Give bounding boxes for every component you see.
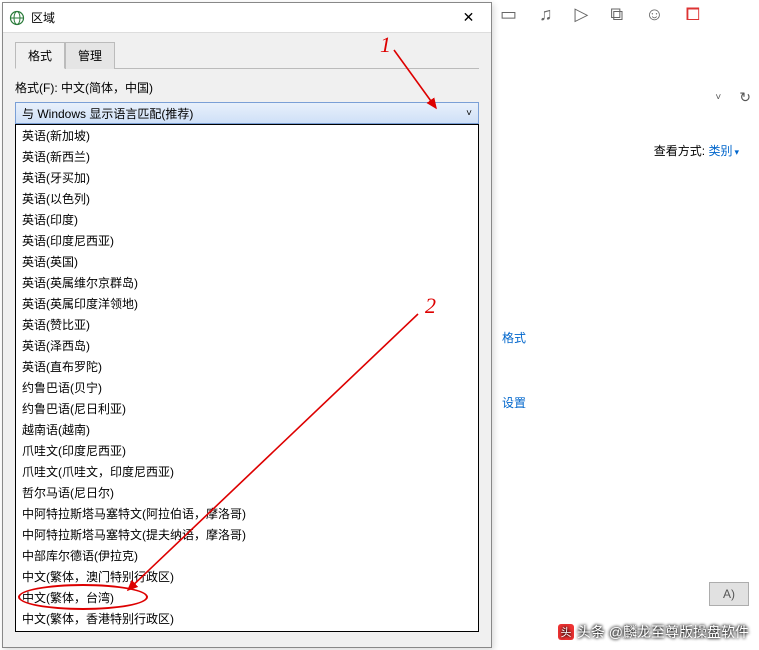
video-icon[interactable]: ▷ <box>575 4 589 25</box>
titlebar: 区域 ✕ <box>3 3 491 33</box>
link-format[interactable]: 格式 <box>492 329 759 346</box>
format-label: 格式(F): 中文(简体，中国) <box>15 79 479 96</box>
dropdown-item[interactable]: 中文(简体汉字，澳门特别行政区) <box>16 629 478 632</box>
emoji-icon[interactable]: ☺ <box>645 4 663 25</box>
dropdown-selected-text: 与 Windows 显示语言匹配(推荐) <box>22 105 193 122</box>
dropdown-item[interactable]: 中阿特拉斯塔马塞特文(阿拉伯语，摩洛哥) <box>16 503 478 524</box>
dropdown-item[interactable]: 约鲁巴语(尼日利亚) <box>16 398 478 419</box>
dropdown-item[interactable]: 英语(英属印度洋领地) <box>16 293 478 314</box>
dialog-body: 格式 管理 格式(F): 中文(简体，中国) 与 Windows 显示语言匹配(… <box>3 33 491 647</box>
notification-icon[interactable]: ⧠ <box>686 4 700 25</box>
dropdown-item[interactable]: 爪哇文(爪哇文，印度尼西亚) <box>16 461 478 482</box>
dropdown-list[interactable]: 英语(新加坡)英语(新西兰)英语(牙买加)英语(以色列)英语(印度)英语(印度尼… <box>15 124 479 632</box>
close-button[interactable]: ✕ <box>446 3 491 33</box>
dropdown-item[interactable]: 中文(繁体，香港特别行政区) <box>16 608 478 629</box>
apply-button-partial[interactable]: A) <box>709 582 749 606</box>
dropdown-item[interactable]: 越南语(越南) <box>16 419 478 440</box>
format-dropdown: 与 Windows 显示语言匹配(推荐) ˅ 英语(新加坡)英语(新西兰)英语(… <box>15 102 479 124</box>
view-mode-value[interactable]: 类别 <box>708 144 732 158</box>
link-icon[interactable]: ⧉ <box>610 4 623 25</box>
dropdown-item[interactable]: 爪哇文(印度尼西亚) <box>16 440 478 461</box>
dialog-title: 区域 <box>31 9 446 26</box>
parent-window: ▭ ♫ ▷ ⧉ ☺ ⧠ ˅ ↻ 查看方式: 类别▾ 格式 设置 A) <box>492 0 759 650</box>
dropdown-item[interactable]: 英语(以色列) <box>16 188 478 209</box>
dropdown-item[interactable]: 英语(泽西岛) <box>16 335 478 356</box>
globe-icon <box>9 10 25 26</box>
dropdown-item[interactable]: 英语(英国) <box>16 251 478 272</box>
dropdown-item[interactable]: 英语(新西兰) <box>16 146 478 167</box>
dropdown-item[interactable]: 英语(牙买加) <box>16 167 478 188</box>
caret-down-icon[interactable]: ▾ <box>734 147 739 157</box>
dropdown-item[interactable]: 约鲁巴语(贝宁) <box>16 377 478 398</box>
image-icon[interactable]: ▭ <box>500 4 517 25</box>
chevron-down-icon: ˅ <box>466 108 472 119</box>
dropdown-item[interactable]: 英语(印度尼西亚) <box>16 230 478 251</box>
address-controls: ˅ ↻ <box>492 89 759 106</box>
dropdown-item[interactable]: 中部库尔德语(伊拉克) <box>16 545 478 566</box>
music-icon[interactable]: ♫ <box>539 4 553 25</box>
view-mode-row: 查看方式: 类别▾ <box>492 142 759 159</box>
dropdown-item[interactable]: 英语(英属维尔京群岛) <box>16 272 478 293</box>
refresh-icon[interactable]: ↻ <box>739 89 751 106</box>
link-settings[interactable]: 设置 <box>492 394 759 411</box>
svg-text:头: 头 <box>560 626 571 639</box>
dropdown-item[interactable]: 英语(新加坡) <box>16 125 478 146</box>
dropdown-item[interactable]: 英语(赞比亚) <box>16 314 478 335</box>
dropdown-item[interactable]: 中阿特拉斯塔马塞特文(提夫纳语，摩洛哥) <box>16 524 478 545</box>
view-mode-label: 查看方式: <box>654 144 705 158</box>
watermark-text: 头条 @麟龙至尊版操盘软件 <box>577 622 749 642</box>
dropdown-item[interactable]: 中文(繁体，台湾) <box>16 587 478 608</box>
dropdown-item[interactable]: 哲尔马语(尼日尔) <box>16 482 478 503</box>
down-caret-icon[interactable]: ˅ <box>715 92 721 103</box>
dropdown-item[interactable]: 英语(印度) <box>16 209 478 230</box>
toolbar-icons: ▭ ♫ ▷ ⧉ ☺ ⧠ <box>492 0 759 29</box>
dropdown-selected[interactable]: 与 Windows 显示语言匹配(推荐) ˅ <box>15 102 479 124</box>
dropdown-item[interactable]: 中文(繁体，澳门特别行政区) <box>16 566 478 587</box>
dropdown-item[interactable]: 英语(直布罗陀) <box>16 356 478 377</box>
region-dialog: 区域 ✕ 格式 管理 格式(F): 中文(简体，中国) 与 Windows 显示… <box>2 2 492 648</box>
watermark: 头 头条 @麟龙至尊版操盘软件 <box>557 622 749 642</box>
tab-format[interactable]: 格式 <box>15 42 65 69</box>
tab-row: 格式 管理 <box>15 41 479 69</box>
tab-admin[interactable]: 管理 <box>65 42 115 69</box>
watermark-icon: 头 <box>557 623 575 641</box>
